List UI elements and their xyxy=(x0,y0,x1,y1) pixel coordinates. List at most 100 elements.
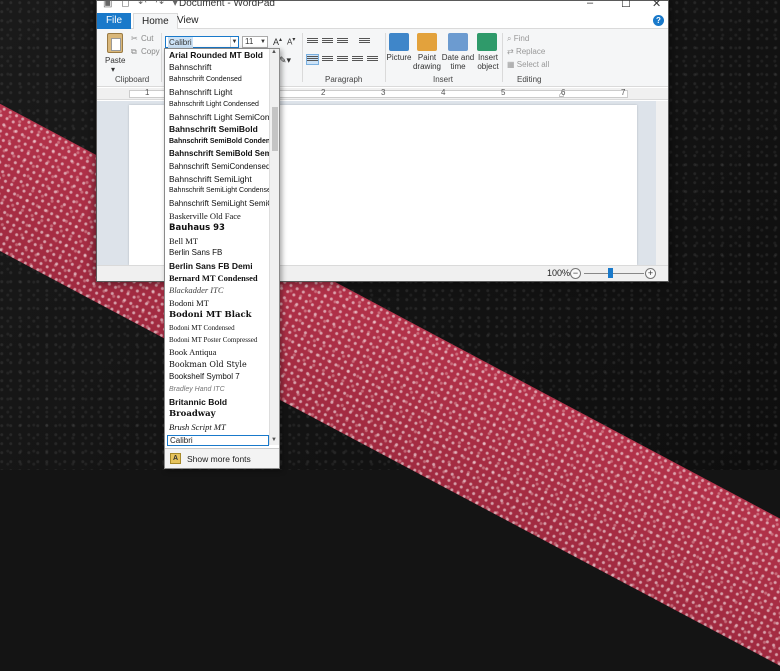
ruler-mark: 5 xyxy=(501,88,506,97)
font-family-dropdown: Arial Rounded MT Bold Bahnschrift Bahnsc… xyxy=(164,48,280,469)
replace-button[interactable]: ⇄ Replace xyxy=(507,47,545,56)
font-option[interactable]: Bell MT xyxy=(165,235,279,247)
shrink-font-icon[interactable]: A▾ xyxy=(287,36,295,47)
scroll-down-icon[interactable]: ▼ xyxy=(271,437,277,443)
paint-drawing-button[interactable]: Paint drawing xyxy=(412,53,442,71)
recent-font-item[interactable]: Calibri xyxy=(167,435,269,446)
chevron-down-icon[interactable]: ▼ xyxy=(230,37,238,47)
ruler-mark: 2 xyxy=(321,88,326,97)
increase-indent-icon[interactable] xyxy=(322,37,333,46)
picture-button[interactable]: Picture xyxy=(386,53,412,62)
font-option[interactable]: Bahnschrift Light Condensed xyxy=(165,99,279,111)
font-option[interactable]: Bahnschrift SemiLight SemiConde xyxy=(165,198,279,210)
find-button[interactable]: ⌕ Find xyxy=(507,34,529,44)
ruler-mark: 7 xyxy=(621,88,626,97)
font-option[interactable]: Bookman Old Style xyxy=(165,359,279,371)
font-option[interactable]: Bahnschrift xyxy=(165,61,279,73)
font-option[interactable]: Bahnschrift Light SemiCondensed xyxy=(165,111,279,123)
clipboard-group-label: Clipboard xyxy=(115,75,150,84)
divider xyxy=(502,33,503,82)
paste-dropdown-icon[interactable]: ▾ xyxy=(111,65,115,74)
font-option[interactable]: Brush Script MT xyxy=(165,421,279,433)
title-bar: ▣ ◻ ↶ ↷ ▾ Document - WordPad – ☐ ✕ xyxy=(97,0,668,13)
ribbon-tabs: File Home View ? xyxy=(97,13,668,29)
font-option[interactable]: Bahnschrift SemiBold xyxy=(165,123,279,135)
font-icon: A xyxy=(170,453,181,464)
justify-icon[interactable] xyxy=(352,55,363,64)
font-size-select[interactable]: 11 ▼ xyxy=(242,36,268,48)
paint-drawing-icon[interactable] xyxy=(417,33,437,51)
font-option[interactable]: Bahnschrift SemiCondensed xyxy=(165,161,279,173)
replace-label: Replace xyxy=(515,47,546,56)
quick-access-toolbar[interactable]: ▣ ◻ ↶ ↷ ▾ xyxy=(103,0,181,9)
maximize-button[interactable]: ☐ xyxy=(621,0,631,10)
font-option[interactable]: Britannic Bold xyxy=(165,396,279,408)
find-label: Find xyxy=(513,34,530,43)
right-indent-marker[interactable]: ⌂ xyxy=(559,90,564,99)
font-option[interactable]: Berlin Sans FB Demi xyxy=(165,260,279,272)
font-list-scrollbar[interactable]: ▲ ▼ xyxy=(269,49,279,445)
font-option[interactable]: Baskerville Old Face xyxy=(165,210,279,222)
ruler-mark: 3 xyxy=(381,88,386,97)
zoom-slider[interactable] xyxy=(584,273,644,274)
bullet-list-icon[interactable] xyxy=(337,37,348,46)
font-option[interactable]: Bookshelf Symbol 7 xyxy=(165,371,279,383)
insert-object-icon[interactable] xyxy=(477,33,497,51)
zoom-level: 100% xyxy=(547,268,571,278)
align-center-icon[interactable] xyxy=(322,55,333,64)
replace-icon: ⇄ xyxy=(507,47,516,56)
decrease-indent-icon[interactable] xyxy=(307,37,318,46)
font-option[interactable]: Bodoni MT Black xyxy=(165,309,279,321)
tab-file[interactable]: File xyxy=(97,13,131,29)
help-icon[interactable]: ? xyxy=(653,15,664,26)
cut-button[interactable]: Cut xyxy=(141,34,153,43)
font-family-select[interactable]: Calibri ▼ xyxy=(165,36,239,48)
paste-icon[interactable] xyxy=(107,33,123,53)
font-option[interactable]: Book Antiqua xyxy=(165,346,279,358)
line-spacing-icon[interactable] xyxy=(359,37,370,46)
font-family-value: Calibri xyxy=(168,37,193,48)
font-option[interactable]: Bernard MT Condensed xyxy=(165,272,279,284)
zoom-in-button[interactable]: + xyxy=(645,268,656,279)
close-button[interactable]: ✕ xyxy=(652,0,661,10)
insert-object-button[interactable]: Insert object xyxy=(473,53,503,71)
highlight-color-icon[interactable]: ✎▾ xyxy=(279,55,291,66)
paste-button[interactable]: Paste xyxy=(105,56,125,65)
font-option[interactable]: Arial Rounded MT Bold xyxy=(165,49,279,61)
zoom-slider-thumb[interactable] xyxy=(608,268,613,278)
tab-view[interactable]: View xyxy=(169,13,207,29)
picture-icon[interactable] xyxy=(389,33,409,51)
paragraph-settings-icon[interactable] xyxy=(367,55,378,64)
font-option[interactable]: Bodoni MT Poster Compressed xyxy=(165,334,279,346)
zoom-out-button[interactable]: − xyxy=(570,268,581,279)
font-option[interactable]: Broadway xyxy=(165,408,279,420)
font-size-value: 11 xyxy=(245,37,254,46)
grow-font-icon[interactable]: A▴ xyxy=(273,36,282,47)
chevron-down-icon[interactable]: ▼ xyxy=(260,37,266,47)
align-right-icon[interactable] xyxy=(337,55,348,64)
calendar-icon[interactable] xyxy=(448,33,468,51)
minimize-button[interactable]: – xyxy=(587,0,593,9)
font-option[interactable]: Bradley Hand ITC xyxy=(165,384,279,396)
align-left-icon[interactable] xyxy=(306,54,319,65)
font-option[interactable]: Bahnschrift Light xyxy=(165,86,279,98)
vertical-scrollbar[interactable] xyxy=(656,101,668,265)
font-option[interactable]: Bahnschrift SemiLight Condensed xyxy=(165,185,279,197)
show-more-fonts-button[interactable]: A Show more fonts xyxy=(165,448,279,468)
scroll-up-icon[interactable]: ▲ xyxy=(271,49,277,55)
font-option[interactable]: Bodoni MT xyxy=(165,297,279,309)
date-and-time-button[interactable]: Date and time xyxy=(440,53,476,71)
font-option[interactable]: Bahnschrift SemiBold Condensed xyxy=(165,136,279,148)
scrollbar-thumb[interactable] xyxy=(272,107,278,151)
copy-button[interactable]: Copy xyxy=(141,47,160,56)
ruler-mark: 4 xyxy=(441,88,446,97)
select-all-button[interactable]: ▦ Select all xyxy=(507,60,549,69)
font-option[interactable]: Bahnschrift SemiLight xyxy=(165,173,279,185)
font-option[interactable]: Blackadder ITC xyxy=(165,284,279,296)
font-option[interactable]: Berlin Sans FB xyxy=(165,247,279,259)
copy-icon: ⧉ xyxy=(131,47,137,56)
font-option[interactable]: Bodoni MT Condensed xyxy=(165,322,279,334)
font-option[interactable]: Bauhaus 93 xyxy=(165,222,279,234)
font-option[interactable]: Bahnschrift SemiBold SemiConde xyxy=(165,148,279,160)
font-option[interactable]: Bahnschrift Condensed xyxy=(165,74,279,86)
